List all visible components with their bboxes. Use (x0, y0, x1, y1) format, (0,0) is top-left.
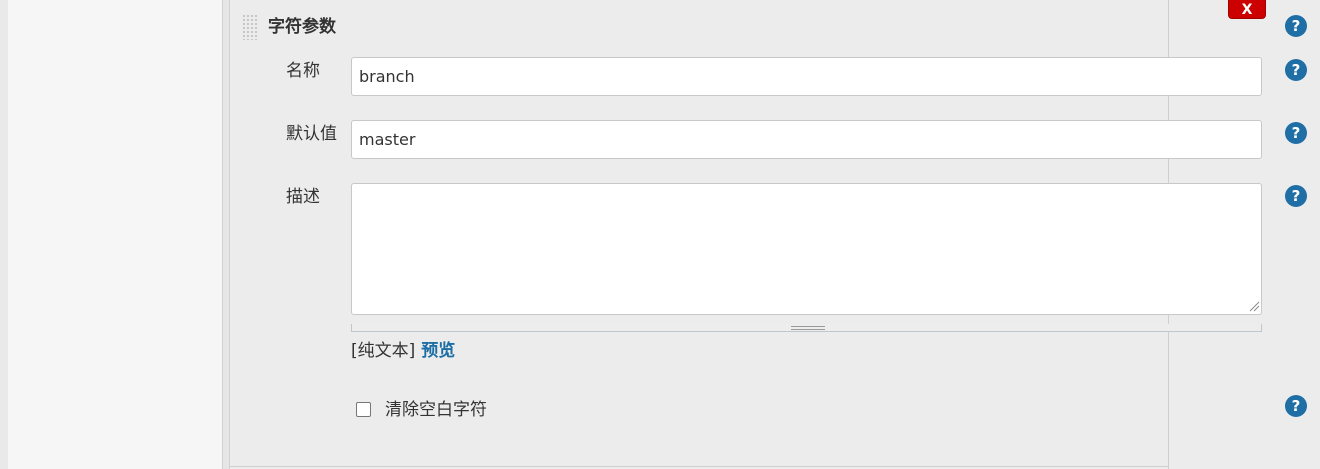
description-label: 描述 (286, 187, 320, 207)
block-bottom-line (230, 466, 1168, 467)
textarea-resize-grip[interactable] (351, 324, 1262, 332)
markup-format-row: [纯文本] 预览 (351, 338, 455, 364)
help-icon[interactable]: ? (1285, 59, 1307, 81)
side-panel (8, 0, 222, 469)
help-icon[interactable]: ? (1285, 122, 1307, 144)
delete-parameter-button[interactable]: X (1228, 0, 1266, 19)
resize-corner-icon[interactable] (1248, 300, 1260, 312)
trim-checkbox[interactable] (356, 402, 371, 417)
name-label: 名称 (286, 61, 320, 81)
description-textarea[interactable] (351, 183, 1262, 315)
preview-link[interactable]: 预览 (421, 341, 455, 361)
help-icon[interactable]: ? (1285, 185, 1307, 207)
string-parameter-block: 字符参数 X 名称 默认值 描述 [纯文本]预览 清除空白字符 (230, 0, 1320, 469)
name-input[interactable] (351, 57, 1262, 96)
drag-handle[interactable] (242, 14, 258, 40)
section-title: 字符参数 (268, 17, 336, 37)
left-edge-strip (0, 0, 8, 469)
help-icon[interactable]: ? (1285, 395, 1307, 417)
markup-format-label: [纯文本] (351, 341, 416, 361)
default-value-label: 默认值 (286, 124, 337, 144)
default-value-input[interactable] (351, 120, 1262, 159)
help-icon[interactable]: ? (1285, 15, 1307, 37)
side-panel-border (222, 0, 230, 469)
grip-lines-icon (791, 326, 825, 330)
trim-checkbox-label[interactable]: 清除空白字符 (385, 398, 487, 422)
